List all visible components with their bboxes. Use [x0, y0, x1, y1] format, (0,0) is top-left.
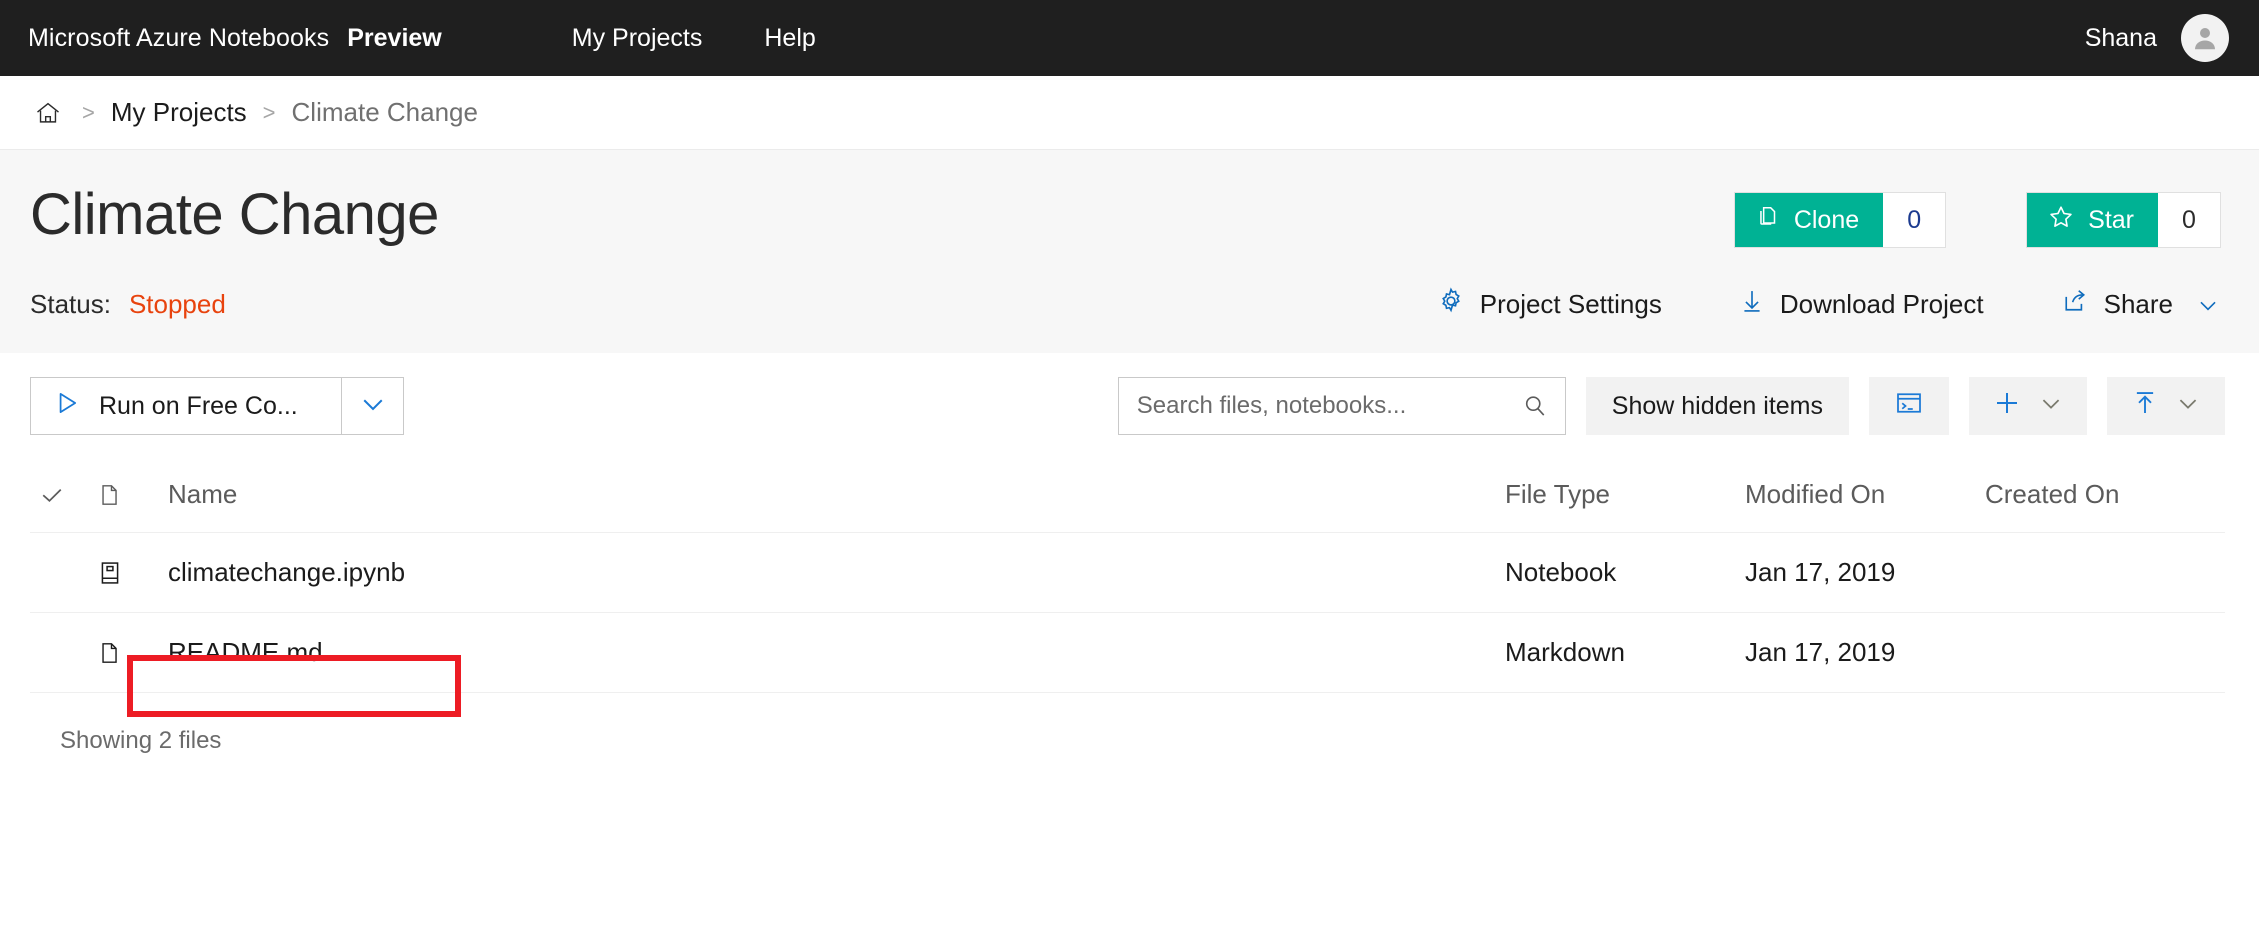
- clone-split-button: Clone 0: [1734, 192, 1946, 248]
- file-count-label: Showing 2 files: [30, 693, 2225, 755]
- download-project-label: Download Project: [1780, 289, 1984, 320]
- plus-icon: [1991, 387, 2023, 426]
- run-split-button: Run on Free Co...: [30, 377, 404, 435]
- file-type-value: Notebook: [1505, 557, 1745, 588]
- modified-on-value: Jan 17, 2019: [1745, 557, 1985, 588]
- breadcrumb-item-my-projects[interactable]: My Projects: [111, 97, 247, 128]
- show-hidden-items-button[interactable]: Show hidden items: [1586, 377, 1849, 435]
- open-terminal-button[interactable]: [1869, 377, 1949, 435]
- new-item-button[interactable]: [1969, 377, 2087, 435]
- column-header-file-type[interactable]: File Type: [1505, 479, 1745, 510]
- upload-button[interactable]: [2107, 377, 2225, 435]
- clone-button[interactable]: Clone: [1735, 193, 1883, 247]
- project-status-row: Status: Stopped Project Settings: [0, 260, 2259, 353]
- project-header-actions: Clone 0 Star 0: [1734, 182, 2221, 248]
- upload-icon: [2130, 387, 2160, 426]
- breadcrumb-separator-1: >: [66, 100, 111, 126]
- star-icon: [2047, 203, 2075, 238]
- toolbar-right-group: Show hidden items: [1118, 377, 2225, 435]
- nav-links: My Projects Help: [572, 24, 816, 53]
- search-box: [1118, 377, 1566, 435]
- person-icon[interactable]: [2181, 14, 2229, 62]
- breadcrumb: > My Projects > Climate Change: [0, 76, 2259, 150]
- preview-badge: Preview: [347, 24, 442, 53]
- run-dropdown-toggle[interactable]: [341, 378, 403, 434]
- clone-button-label: Clone: [1794, 206, 1859, 235]
- terminal-icon: [1893, 388, 1925, 425]
- search-input[interactable]: [1119, 392, 1565, 420]
- user-name-label[interactable]: Shana: [2085, 24, 2157, 53]
- file-name-link[interactable]: climatechange.ipynb: [150, 557, 1505, 588]
- run-button-label: Run on Free Co...: [99, 392, 298, 421]
- play-icon: [53, 389, 81, 424]
- nav-item-my-projects[interactable]: My Projects: [572, 24, 703, 53]
- top-navigation-bar: Microsoft Azure Notebooks Preview My Pro…: [0, 0, 2259, 76]
- star-button-label: Star: [2088, 206, 2134, 235]
- chevron-down-icon[interactable]: [2037, 389, 2065, 424]
- project-header-top-row: Climate Change Clone 0: [0, 150, 2259, 260]
- star-count[interactable]: 0: [2158, 193, 2220, 247]
- gear-icon: [1436, 286, 1466, 323]
- file-type-value: Markdown: [1505, 637, 1745, 668]
- file-toolbar: Run on Free Co... Show hidden items: [0, 353, 2259, 457]
- status-badge: Stopped: [129, 289, 226, 320]
- chevron-down-icon[interactable]: [2174, 389, 2202, 424]
- breadcrumb-item-climate-change: Climate Change: [292, 97, 478, 128]
- star-button[interactable]: Star: [2027, 193, 2158, 247]
- download-project-button[interactable]: Download Project: [1738, 286, 1984, 323]
- chevron-down-icon: [358, 389, 388, 424]
- file-list: Name File Type Modified On Created On cl…: [0, 457, 2259, 755]
- checkmark-icon: [38, 481, 66, 509]
- nav-item-help[interactable]: Help: [764, 24, 815, 53]
- file-icon: [96, 480, 122, 510]
- copy-icon: [1755, 204, 1781, 237]
- file-name-link[interactable]: README.md: [150, 637, 1505, 668]
- breadcrumb-separator-2: >: [247, 100, 292, 126]
- notebook-icon: [96, 558, 150, 588]
- select-all-checkbox[interactable]: [30, 481, 96, 509]
- project-action-links: Project Settings Download Project: [1436, 286, 2221, 323]
- project-settings-button[interactable]: Project Settings: [1436, 286, 1662, 323]
- chevron-down-icon: [2195, 292, 2221, 318]
- nav-user-area: Shana: [2085, 14, 2229, 62]
- table-row[interactable]: climatechange.ipynb Notebook Jan 17, 201…: [30, 533, 2225, 613]
- table-row[interactable]: README.md Markdown Jan 17, 2019: [30, 613, 2225, 693]
- modified-on-value: Jan 17, 2019: [1745, 637, 1985, 668]
- show-hidden-items-label: Show hidden items: [1612, 392, 1823, 421]
- share-icon: [2060, 287, 2090, 322]
- status-label: Status:: [30, 289, 111, 320]
- file-icon: [96, 638, 150, 668]
- star-split-button: Star 0: [2026, 192, 2221, 248]
- run-on-free-compute-button[interactable]: Run on Free Co...: [31, 378, 341, 434]
- share-label: Share: [2104, 289, 2173, 320]
- share-button[interactable]: Share: [2060, 287, 2221, 322]
- file-type-icon-header: [96, 480, 150, 510]
- column-header-created-on[interactable]: Created On: [1985, 479, 2225, 510]
- app-brand-title[interactable]: Microsoft Azure Notebooks: [28, 24, 329, 53]
- page-title: Climate Change: [30, 182, 439, 249]
- project-header: Climate Change Clone 0: [0, 150, 2259, 353]
- download-arrow-icon: [1738, 286, 1766, 323]
- search-icon[interactable]: [1521, 392, 1549, 420]
- column-header-modified-on[interactable]: Modified On: [1745, 479, 1985, 510]
- clone-count[interactable]: 0: [1883, 193, 1945, 247]
- file-list-header: Name File Type Modified On Created On: [30, 457, 2225, 533]
- column-header-name[interactable]: Name: [150, 479, 1505, 510]
- project-settings-label: Project Settings: [1480, 289, 1662, 320]
- home-icon[interactable]: [34, 99, 62, 127]
